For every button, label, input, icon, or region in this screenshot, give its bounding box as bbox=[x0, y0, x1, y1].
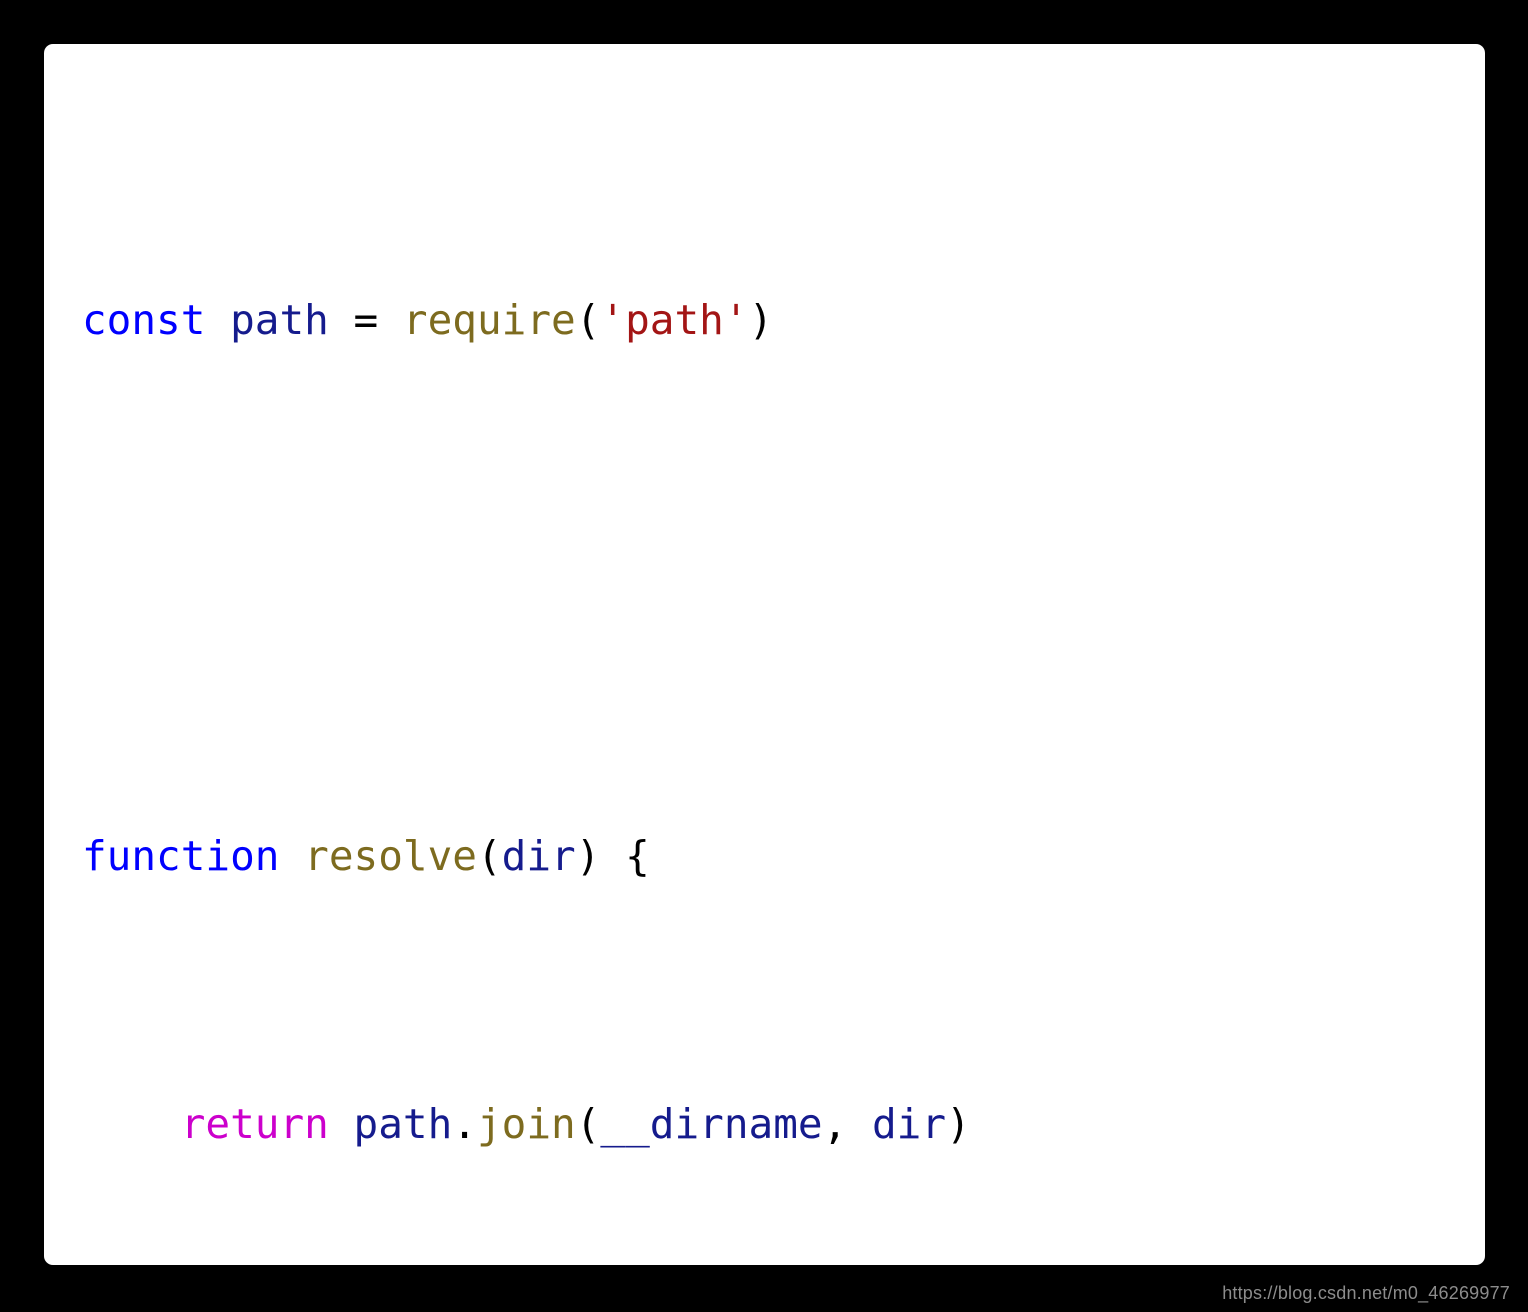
token-identifier-dirname: __dirname bbox=[600, 1100, 823, 1148]
token-paren-open: ( bbox=[476, 832, 502, 880]
token-function-require: require bbox=[402, 296, 576, 344]
code-card: const path = require('path') function re… bbox=[44, 44, 1485, 1265]
token-method-join: join bbox=[476, 1100, 576, 1148]
code-line-4: return path.join(__dirname, dir) bbox=[82, 1091, 1477, 1158]
token-dot: . bbox=[452, 1100, 477, 1148]
token-function-resolve: resolve bbox=[279, 832, 477, 880]
token-keyword-return: return bbox=[180, 1100, 329, 1148]
token-identifier-path: path bbox=[328, 1100, 453, 1148]
token-param-dir: dir bbox=[501, 832, 576, 880]
token-paren-close: ) bbox=[748, 296, 774, 344]
token-identifier-path: path bbox=[205, 296, 329, 344]
screenshot-root: const path = require('path') function re… bbox=[0, 0, 1528, 1312]
token-identifier-dir: dir bbox=[871, 1100, 947, 1148]
watermark-url: https://blog.csdn.net/m0_46269977 bbox=[1222, 1283, 1510, 1303]
token-string-path: 'path' bbox=[600, 296, 749, 344]
token-keyword-const: const bbox=[82, 296, 206, 344]
code-line-3: function resolve(dir) { bbox=[82, 823, 1477, 890]
token-operator-equals: = bbox=[328, 296, 403, 344]
token-paren-close: ) bbox=[946, 1100, 971, 1148]
token-keyword-function: function bbox=[82, 832, 280, 880]
code-line-1: const path = require('path') bbox=[82, 287, 1477, 354]
token-paren-close-brace-open: ) { bbox=[575, 832, 650, 880]
token-paren-open: ( bbox=[575, 1100, 601, 1148]
code-block: const path = require('path') function re… bbox=[82, 86, 1477, 1265]
token-comma: , bbox=[822, 1100, 872, 1148]
token-paren-open: ( bbox=[575, 296, 601, 344]
code-line-2-blank bbox=[82, 555, 1477, 622]
